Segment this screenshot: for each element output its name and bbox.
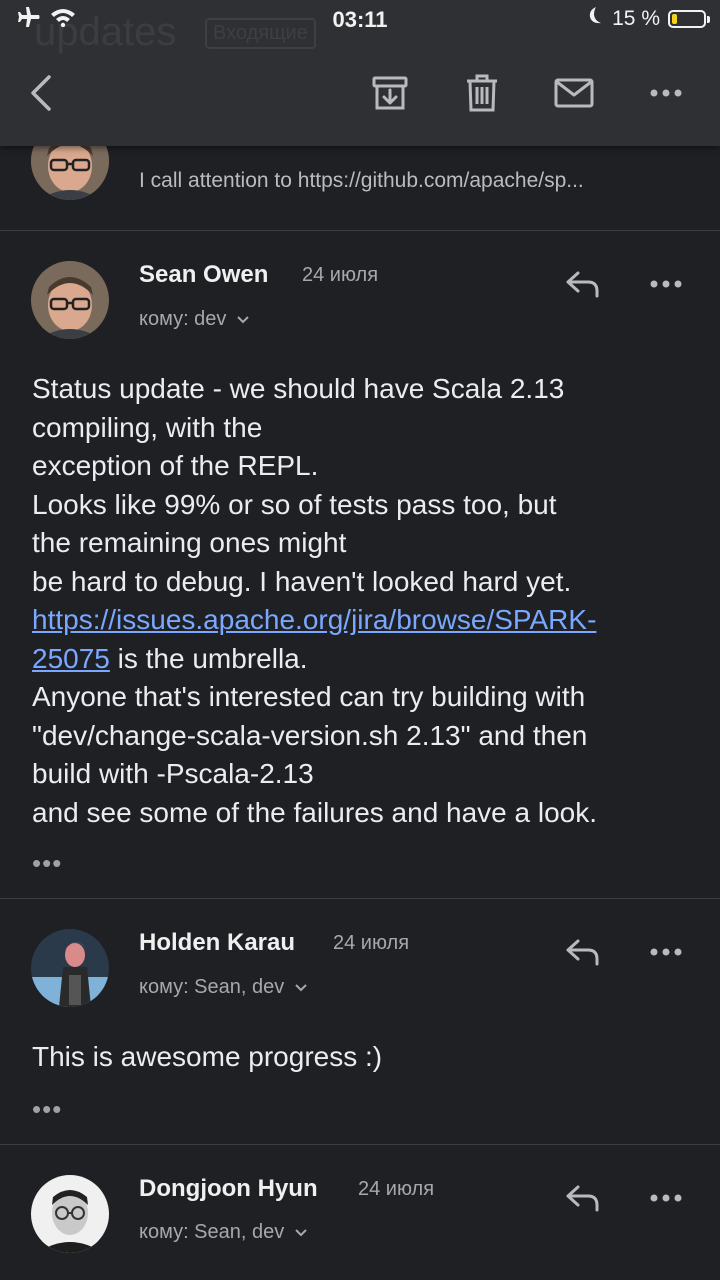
archive-icon (372, 76, 408, 110)
show-trimmed-content-button[interactable]: ••• (32, 1094, 62, 1125)
message-body: Status update - we should have Scala 2.1… (32, 370, 692, 832)
reply-icon (566, 271, 599, 298)
more-options-button[interactable] (644, 1180, 688, 1216)
recipients-toggle[interactable]: кому: dev (139, 308, 250, 331)
message-body: This is awesome progress :) (32, 1038, 692, 1077)
more-options-button[interactable] (644, 266, 688, 302)
mark-unread-button[interactable] (549, 68, 599, 118)
toolbar (0, 60, 720, 126)
sender-name: Holden Karau (139, 929, 296, 956)
reply-icon (566, 1185, 599, 1212)
reply-button[interactable] (560, 266, 604, 302)
recipients-label: кому: Sean, dev (139, 976, 285, 998)
battery-level (672, 14, 677, 24)
reply-button[interactable] (560, 1180, 604, 1216)
trash-icon (467, 74, 497, 112)
avatar-dongjoon-hyun[interactable] (31, 1175, 109, 1253)
reply-button[interactable] (560, 934, 604, 970)
divider (0, 230, 720, 231)
recipients-label: кому: Sean, dev (139, 1221, 285, 1243)
body-line: Status update - we should have Scala 2.1… (32, 373, 565, 404)
body-line: This is awesome progress :) (32, 1041, 383, 1072)
body-text-fragment: is the umbrella. (109, 642, 308, 674)
mail-icon (554, 78, 594, 108)
message-date: 24 июля (302, 264, 379, 286)
more-horizontal-icon (650, 280, 682, 288)
body-line: compiling, with the (32, 411, 263, 443)
more-options-button[interactable] (641, 68, 691, 118)
top-app-bar: updates Входящие 03:11 15 % (0, 0, 720, 146)
back-button[interactable] (16, 68, 66, 118)
avatar-sean-owen[interactable] (31, 261, 109, 339)
body-line: build with -Pscala-2.13 (32, 758, 314, 789)
body-line: "dev/change-scala-version.sh 2.13" and t… (32, 719, 588, 751)
delete-button[interactable] (457, 68, 507, 118)
recipients-label: кому: dev (139, 308, 227, 330)
avatar-holden-karau[interactable] (31, 929, 109, 1007)
body-line: and see some of the failures and have a … (32, 796, 598, 828)
battery-percentage: 15 % (612, 7, 660, 30)
body-line: the remaining ones might (32, 527, 347, 558)
divider (0, 1144, 720, 1145)
message-snippet[interactable]: I call attention to https://github.com/a… (139, 169, 584, 193)
jira-link-continued[interactable]: 25075 (32, 643, 110, 674)
archive-button[interactable] (365, 68, 415, 118)
sender-name: Dongjoon Hyun (139, 1175, 318, 1202)
message-date: 24 июля (358, 1178, 435, 1200)
jira-link[interactable]: https://issues.apache.org/jira/browse/SP… (32, 604, 596, 635)
chevron-left-icon (31, 75, 51, 111)
status-bar: 03:11 15 % (0, 0, 720, 40)
reply-icon (566, 939, 599, 966)
message-thread: Sean Owen 18 июля I call attention to ht… (0, 0, 720, 1280)
sender-name: Sean Owen (139, 261, 269, 288)
body-line: exception of the REPL. (32, 450, 319, 481)
recipients-toggle[interactable]: кому: Sean, dev (139, 976, 308, 999)
more-horizontal-icon (650, 948, 682, 956)
show-trimmed-content-button[interactable]: ••• (32, 848, 62, 879)
more-horizontal-icon (650, 89, 682, 97)
divider (0, 898, 720, 899)
chevron-down-icon (294, 976, 308, 999)
message-date: 24 июля (333, 932, 410, 954)
body-line: Looks like 99% or so of tests pass too, … (32, 488, 557, 520)
more-options-button[interactable] (644, 934, 688, 970)
chevron-down-icon (236, 308, 250, 331)
do-not-disturb-moon-icon (586, 6, 604, 32)
recipients-toggle[interactable]: кому: Sean, dev (139, 1221, 308, 1244)
chevron-down-icon (294, 1221, 308, 1244)
more-horizontal-icon (650, 1194, 682, 1202)
battery-icon (668, 10, 710, 28)
body-line: Anyone that's interested can try buildin… (32, 681, 586, 712)
body-line: be hard to debug. I haven't looked hard … (32, 565, 572, 597)
